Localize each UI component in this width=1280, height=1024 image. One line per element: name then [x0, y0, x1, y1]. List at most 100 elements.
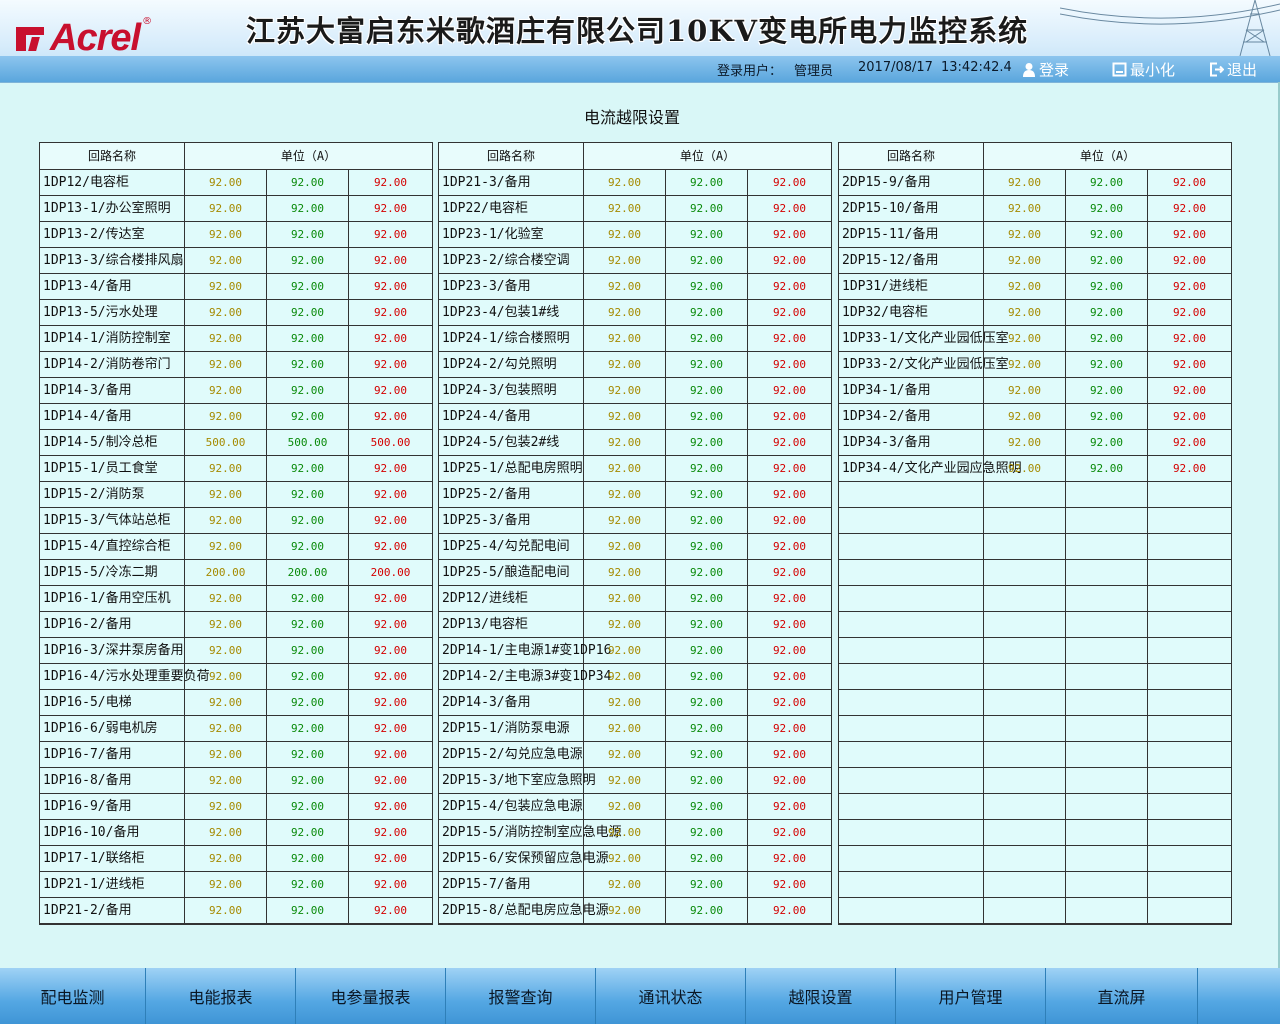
- limit-value-3[interactable]: 92.00: [748, 326, 831, 351]
- limit-value-1[interactable]: 92.00: [584, 638, 666, 663]
- limit-value-3[interactable]: 92.00: [748, 352, 831, 377]
- limit-value-2[interactable]: 92.00: [666, 170, 748, 195]
- limit-value-2[interactable]: [1066, 534, 1148, 559]
- limit-value-2[interactable]: 92.00: [267, 794, 349, 819]
- limit-value-3[interactable]: 92.00: [1148, 326, 1231, 351]
- limit-value-1[interactable]: 92.00: [185, 352, 267, 377]
- limit-value-3[interactable]: 92.00: [349, 586, 432, 611]
- limit-value-2[interactable]: 92.00: [267, 482, 349, 507]
- limit-value-2[interactable]: 92.00: [267, 534, 349, 559]
- limit-value-3[interactable]: 92.00: [349, 716, 432, 741]
- limit-value-3[interactable]: 92.00: [748, 716, 831, 741]
- limit-value-3[interactable]: 92.00: [748, 170, 831, 195]
- limit-value-3[interactable]: 92.00: [748, 768, 831, 793]
- limit-value-2[interactable]: 92.00: [1066, 170, 1148, 195]
- limit-value-2[interactable]: 500.00: [267, 430, 349, 455]
- limit-value-2[interactable]: 92.00: [267, 274, 349, 299]
- limit-value-2[interactable]: 92.00: [267, 690, 349, 715]
- limit-value-1[interactable]: 92.00: [185, 196, 267, 221]
- limit-value-3[interactable]: 92.00: [349, 820, 432, 845]
- limit-value-3[interactable]: 92.00: [349, 664, 432, 689]
- limit-value-2[interactable]: 92.00: [267, 196, 349, 221]
- limit-value-3[interactable]: [1148, 586, 1231, 611]
- limit-value-3[interactable]: 92.00: [748, 872, 831, 897]
- limit-value-3[interactable]: [1148, 664, 1231, 689]
- limit-value-3[interactable]: 92.00: [748, 742, 831, 767]
- limit-value-3[interactable]: 92.00: [748, 300, 831, 325]
- limit-value-2[interactable]: 92.00: [1066, 456, 1148, 481]
- limit-value-2[interactable]: 92.00: [267, 742, 349, 767]
- limit-value-3[interactable]: 92.00: [1148, 352, 1231, 377]
- limit-value-1[interactable]: [984, 820, 1066, 845]
- limit-value-2[interactable]: 92.00: [666, 768, 748, 793]
- limit-value-2[interactable]: 92.00: [666, 560, 748, 585]
- limit-value-3[interactable]: 92.00: [748, 560, 831, 585]
- limit-value-1[interactable]: 92.00: [584, 222, 666, 247]
- limit-value-3[interactable]: [1148, 768, 1231, 793]
- limit-value-3[interactable]: [1148, 690, 1231, 715]
- limit-value-2[interactable]: 92.00: [666, 508, 748, 533]
- limit-value-3[interactable]: 92.00: [349, 872, 432, 897]
- limit-value-3[interactable]: 92.00: [748, 248, 831, 273]
- limit-value-1[interactable]: 92.00: [185, 742, 267, 767]
- limit-value-1[interactable]: 92.00: [984, 248, 1066, 273]
- nav-limit-settings[interactable]: 越限设置: [746, 968, 896, 1024]
- limit-value-1[interactable]: 92.00: [185, 638, 267, 663]
- limit-value-3[interactable]: 92.00: [1148, 456, 1231, 481]
- limit-value-1[interactable]: 92.00: [584, 716, 666, 741]
- limit-value-3[interactable]: [1148, 482, 1231, 507]
- limit-value-1[interactable]: 92.00: [984, 326, 1066, 351]
- limit-value-3[interactable]: [1148, 742, 1231, 767]
- limit-value-1[interactable]: 92.00: [584, 690, 666, 715]
- limit-value-1[interactable]: 92.00: [185, 768, 267, 793]
- limit-value-2[interactable]: [1066, 846, 1148, 871]
- nav-alarm-query[interactable]: 报警查询: [446, 968, 596, 1024]
- limit-value-2[interactable]: 92.00: [1066, 274, 1148, 299]
- limit-value-2[interactable]: 92.00: [267, 716, 349, 741]
- limit-value-1[interactable]: [984, 872, 1066, 897]
- limit-value-1[interactable]: [984, 534, 1066, 559]
- limit-value-1[interactable]: 92.00: [984, 222, 1066, 247]
- limit-value-3[interactable]: 92.00: [349, 248, 432, 273]
- limit-value-3[interactable]: 92.00: [349, 352, 432, 377]
- limit-value-3[interactable]: 92.00: [349, 482, 432, 507]
- limit-value-3[interactable]: 92.00: [1148, 248, 1231, 273]
- limit-value-1[interactable]: 92.00: [584, 378, 666, 403]
- limit-value-1[interactable]: [984, 716, 1066, 741]
- limit-value-2[interactable]: 92.00: [1066, 300, 1148, 325]
- limit-value-1[interactable]: 92.00: [584, 196, 666, 221]
- limit-value-3[interactable]: 92.00: [1148, 274, 1231, 299]
- limit-value-2[interactable]: 92.00: [267, 170, 349, 195]
- limit-value-1[interactable]: 92.00: [984, 456, 1066, 481]
- limit-value-2[interactable]: 92.00: [666, 482, 748, 507]
- limit-value-1[interactable]: 92.00: [185, 794, 267, 819]
- limit-value-3[interactable]: 92.00: [349, 846, 432, 871]
- limit-value-3[interactable]: 92.00: [349, 404, 432, 429]
- limit-value-1[interactable]: 92.00: [584, 352, 666, 377]
- limit-value-1[interactable]: 92.00: [584, 820, 666, 845]
- limit-value-1[interactable]: 92.00: [584, 612, 666, 637]
- limit-value-2[interactable]: 92.00: [666, 820, 748, 845]
- limit-value-2[interactable]: 92.00: [666, 248, 748, 273]
- limit-value-1[interactable]: 92.00: [185, 482, 267, 507]
- limit-value-3[interactable]: [1148, 898, 1231, 923]
- limit-value-1[interactable]: 92.00: [584, 482, 666, 507]
- nav-distribution-monitor[interactable]: 配电监测: [0, 968, 146, 1024]
- limit-value-1[interactable]: 92.00: [584, 508, 666, 533]
- limit-value-2[interactable]: 92.00: [267, 612, 349, 637]
- limit-value-3[interactable]: 92.00: [1148, 378, 1231, 403]
- limit-value-2[interactable]: 92.00: [267, 638, 349, 663]
- limit-value-2[interactable]: 92.00: [666, 794, 748, 819]
- limit-value-3[interactable]: 92.00: [349, 638, 432, 663]
- limit-value-1[interactable]: 92.00: [984, 378, 1066, 403]
- limit-value-1[interactable]: 92.00: [984, 274, 1066, 299]
- limit-value-1[interactable]: 92.00: [984, 300, 1066, 325]
- limit-value-1[interactable]: 92.00: [584, 664, 666, 689]
- login-button[interactable]: 登录: [1022, 59, 1069, 80]
- limit-value-1[interactable]: 92.00: [584, 170, 666, 195]
- limit-value-2[interactable]: 92.00: [666, 690, 748, 715]
- limit-value-2[interactable]: 92.00: [267, 456, 349, 481]
- limit-value-2[interactable]: 92.00: [267, 820, 349, 845]
- limit-value-3[interactable]: [1148, 872, 1231, 897]
- minimize-button[interactable]: 最小化: [1112, 59, 1175, 80]
